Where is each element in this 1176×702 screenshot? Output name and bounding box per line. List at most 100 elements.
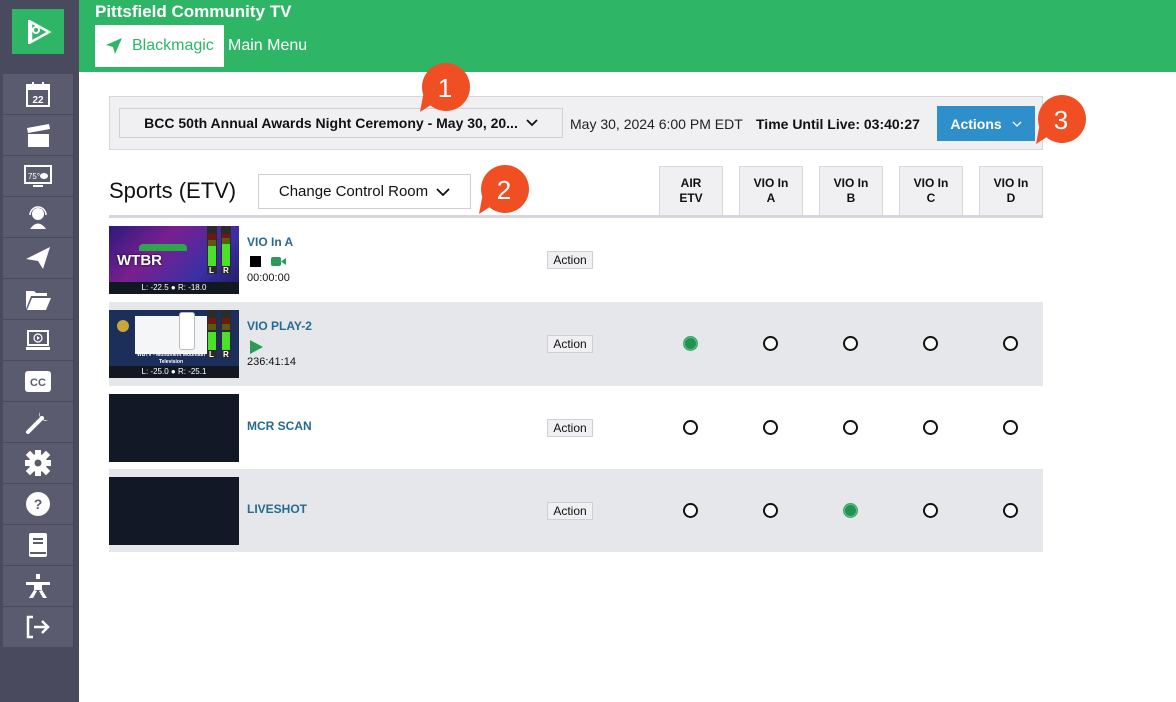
event-select-value: BCC 50th Annual Awards Night Ceremony - … — [144, 115, 518, 131]
time-until-live-value: 03:40:27 — [863, 116, 920, 132]
route-radio-vio-in-a[interactable] — [763, 336, 778, 351]
route-radio-vio-in-c[interactable] — [923, 503, 938, 518]
audio-meter-left: L — [207, 310, 217, 359]
sidebar-item-tools[interactable] — [3, 402, 73, 443]
audio-meter-right: R — [221, 226, 231, 275]
svg-text:75°: 75° — [28, 172, 40, 181]
source-thumbnail[interactable]: WBTV - Monument Mountain Television L: -… — [109, 310, 239, 378]
sidebar-item-video-playback[interactable] — [3, 320, 73, 361]
source-controls — [250, 340, 263, 354]
route-radio-vio-in-b[interactable] — [843, 336, 858, 351]
weather-display-icon: 75° — [24, 165, 52, 187]
source-name[interactable]: VIO In A — [247, 235, 293, 249]
sidebar-item-settings[interactable] — [3, 443, 73, 484]
annotation-badge-1: 1 — [420, 63, 470, 113]
wrench-icon — [26, 412, 48, 434]
route-radio-air-etv[interactable] — [683, 420, 698, 435]
play-icon[interactable] — [250, 340, 263, 354]
route-radio-vio-in-b[interactable] — [843, 420, 858, 435]
source-name[interactable]: LIVESHOT — [247, 502, 307, 516]
thumbnail-graphic — [135, 316, 207, 354]
column-header-vio-in-a: VIO In A — [739, 166, 803, 215]
event-select[interactable]: BCC 50th Annual Awards Night Ceremony - … — [119, 108, 563, 138]
sidebar-item-accessibility[interactable] — [3, 566, 73, 607]
control-room-title: Sports (ETV) — [109, 178, 237, 203]
annotation-badge-2: 2 — [479, 165, 529, 215]
change-control-room-label: Change Control Room — [278, 183, 429, 200]
thumbnail-medal — [117, 320, 129, 332]
source-action-button[interactable]: Action — [547, 419, 593, 437]
source-controls — [250, 256, 287, 267]
source-thumbnail[interactable] — [109, 477, 239, 545]
route-radio-vio-in-d[interactable] — [1003, 503, 1018, 518]
actions-label: Actions — [950, 115, 1002, 132]
calendar-icon: 22 — [26, 82, 50, 107]
question-circle-icon: ? — [26, 492, 50, 516]
change-control-room-select[interactable]: Change Control Room — [258, 174, 471, 209]
source-timecode: 00:00:00 — [247, 272, 290, 284]
source-thumbnail[interactable]: WTBR L: -22.5 ● R: -18.0 L R — [109, 226, 239, 294]
sidebar-item-files[interactable] — [3, 279, 73, 320]
svg-text:CC: CC — [30, 377, 46, 389]
location-arrow-icon — [106, 38, 122, 54]
svg-text:?: ? — [34, 496, 43, 512]
thumbnail-caption: WBTV - Monument Mountain Television — [136, 352, 206, 365]
sidebar-item-captions[interactable]: CC — [3, 361, 73, 402]
sidebar-item-schedule[interactable]: 22 — [3, 74, 73, 115]
thumbnail-logo: WTBR — [117, 252, 162, 269]
logout-icon — [26, 615, 50, 639]
route-radio-vio-in-a[interactable] — [763, 503, 778, 518]
gear-icon — [25, 450, 51, 476]
sidebar-item-productions[interactable] — [3, 115, 73, 156]
sidebar-item-send[interactable] — [3, 238, 73, 279]
source-name[interactable]: VIO PLAY-2 — [247, 319, 312, 333]
sidebar-item-help[interactable]: ? — [3, 484, 73, 525]
top-bar: Pittsfield Community TV Blackmagic Main … — [79, 0, 1176, 72]
route-radio-vio-in-d[interactable] — [1003, 336, 1018, 351]
route-radio-air-etv[interactable] — [683, 336, 698, 351]
audio-meter-left: L — [207, 226, 217, 275]
column-header-air-etv: AIR ETV — [659, 166, 723, 215]
sidebar-item-manual[interactable] — [3, 525, 73, 566]
sidebar: 22 75° CC ? — [0, 0, 79, 702]
source-row: WBTV - Monument Mountain Television L: -… — [109, 302, 1043, 386]
thumbnail-graphic — [139, 244, 187, 251]
record-camera-icon[interactable] — [271, 256, 287, 267]
source-row: LIVESHOT Action — [109, 469, 1043, 552]
column-header-vio-in-b: VIO In B — [819, 166, 883, 215]
route-radio-vio-in-c[interactable] — [923, 420, 938, 435]
control-room-location-button[interactable]: Blackmagic — [95, 25, 224, 67]
source-name[interactable]: MCR SCAN — [247, 419, 312, 433]
source-row: MCR SCAN Action — [109, 386, 1043, 470]
play-flag-logo-icon — [28, 19, 52, 44]
sidebar-item-weather[interactable]: 75° — [3, 156, 73, 197]
source-action-button[interactable]: Action — [547, 335, 593, 353]
audio-levels-readout: L: -25.0 ● R: -25.1 — [109, 366, 239, 378]
annotation-badge-3: 3 — [1036, 95, 1086, 145]
audio-levels-readout: L: -22.5 ● R: -18.0 — [109, 282, 239, 294]
chevron-down-icon — [436, 187, 450, 196]
time-until-live: Time Until Live: 03:40:27 — [756, 116, 920, 132]
audio-meter-right: R — [221, 310, 231, 359]
source-thumbnail[interactable] — [109, 394, 239, 462]
route-radio-air-etv[interactable] — [683, 503, 698, 518]
source-action-button[interactable]: Action — [547, 502, 593, 520]
svg-text:22: 22 — [32, 95, 44, 106]
route-radio-vio-in-d[interactable] — [1003, 420, 1018, 435]
sidebar-item-operators[interactable] — [3, 197, 73, 238]
source-row: WTBR L: -22.5 ● R: -18.0 L R VIO In A 00… — [109, 218, 1043, 302]
route-radio-vio-in-c[interactable] — [923, 336, 938, 351]
event-bar: BCC 50th Annual Awards Night Ceremony - … — [109, 96, 1043, 150]
route-radio-vio-in-a[interactable] — [763, 420, 778, 435]
paper-plane-icon — [26, 247, 50, 269]
sidebar-item-logout[interactable] — [3, 607, 73, 648]
source-action-button[interactable]: Action — [547, 251, 593, 269]
stop-icon[interactable] — [250, 256, 261, 267]
person-icon — [26, 574, 50, 598]
actions-dropdown-button[interactable]: Actions — [937, 106, 1035, 141]
app-logo[interactable] — [12, 9, 64, 54]
laptop-play-icon — [26, 330, 50, 350]
route-radio-vio-in-b[interactable] — [843, 503, 858, 518]
control-room-location-label: Blackmagic — [132, 37, 214, 54]
main-menu-link[interactable]: Main Menu — [228, 37, 307, 55]
